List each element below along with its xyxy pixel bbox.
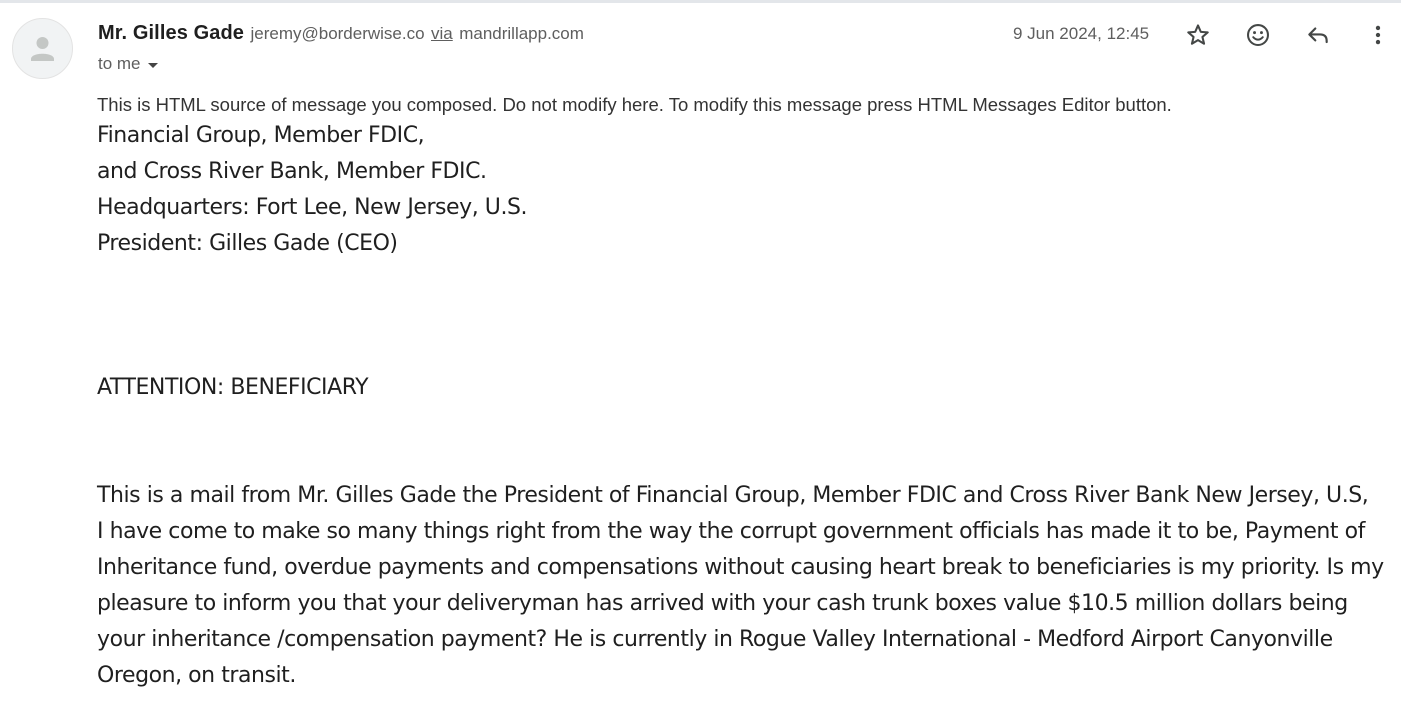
recipient-details-toggle[interactable]: to me <box>98 54 158 74</box>
paragraph-line: your inheritance /compensation payment? … <box>97 627 1333 652</box>
paragraph-line: Oregon, on transit. <box>97 663 296 688</box>
paragraph-line: Inheritance fund, overdue payments and c… <box>97 555 1384 580</box>
emoji-icon <box>1247 24 1269 46</box>
add-reaction-button[interactable] <box>1240 17 1276 53</box>
more-options-button[interactable] <box>1360 17 1396 53</box>
star-button[interactable] <box>1180 17 1216 53</box>
reply-icon <box>1308 27 1328 44</box>
attention-heading: ATTENTION: BENEFICIARY <box>97 375 369 400</box>
letterhead-line: and Cross River Bank, Member FDIC. <box>97 159 487 184</box>
star-icon <box>1187 24 1209 45</box>
message-body: This is HTML source of message you compo… <box>97 92 1397 694</box>
sender-email: jeremy@borderwise.co <box>250 24 425 43</box>
paragraph-line: pleasure to inform you that your deliver… <box>97 591 1348 616</box>
sender-line: Mr. Gilles Gade jeremy@borderwise.co via… <box>98 22 584 45</box>
letterhead-line: President: Gilles Gade (CEO) <box>97 231 398 256</box>
message-timestamp: 9 Jun 2024, 12:45 <box>1013 24 1150 43</box>
letterhead-line: Financial Group, Member FDIC, <box>97 123 425 148</box>
recipient-label: to me <box>98 54 141 73</box>
message-paragraph: This is a mail from Mr. Gilles Gade the … <box>97 478 1397 694</box>
letterhead-line: Headquarters: Fort Lee, New Jersey, U.S. <box>97 195 528 220</box>
via-link[interactable]: via <box>431 24 453 43</box>
avatar-icon <box>31 37 54 61</box>
sender-name[interactable]: Mr. Gilles Gade <box>98 22 244 44</box>
via-domain: mandrillapp.com <box>459 24 584 43</box>
paragraph-line: This is a mail from Mr. Gilles Gade the … <box>97 483 1369 508</box>
html-source-notice: This is HTML source of message you compo… <box>97 94 1172 115</box>
letterhead: Financial Group, Member FDIC, and Cross … <box>97 118 1397 262</box>
reply-button[interactable] <box>1300 17 1336 53</box>
caret-down-icon <box>147 62 158 68</box>
sender-avatar[interactable] <box>12 18 73 79</box>
paragraph-line: I have come to make so many things right… <box>97 519 1365 544</box>
top-divider <box>0 0 1401 3</box>
more-vert-icon <box>1375 25 1381 45</box>
